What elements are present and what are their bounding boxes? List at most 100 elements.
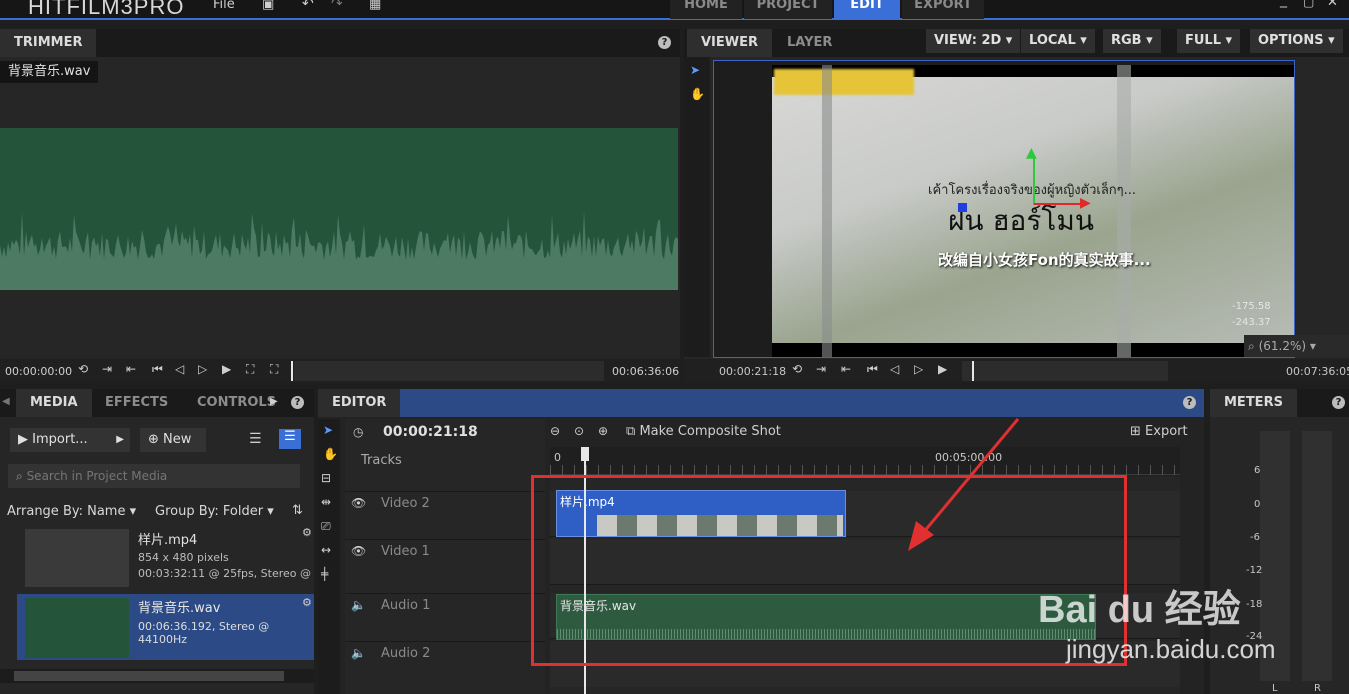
maximize-icon[interactable]: ▢	[1303, 0, 1314, 9]
viewer-canvas[interactable]: เค้าโครงเรื่องจริงของผู้หญิงตัวเล็กๆ... …	[713, 60, 1295, 358]
nav-tab-home[interactable]: HOME	[670, 0, 742, 19]
media-settings-icon[interactable]: ⚙	[302, 596, 312, 609]
make-composite-button[interactable]: ⧉ Make Composite Shot	[626, 424, 781, 439]
viewer-playhead[interactable]	[972, 361, 974, 381]
viewer-play-icon[interactable]: ▶	[938, 362, 947, 376]
full-dropdown[interactable]: FULL ▾	[1177, 29, 1241, 53]
media-item-name: 背景音乐.wav	[138, 601, 221, 616]
minimize-icon[interactable]: _	[1280, 0, 1287, 8]
list-view-icon[interactable]: ☰	[249, 431, 262, 447]
trimmer-playhead[interactable]	[291, 361, 293, 381]
local-dropdown[interactable]: LOCAL ▾	[1021, 29, 1095, 53]
nav-center-icon[interactable]: ⊙	[574, 424, 584, 438]
search-box[interactable]: ⌕	[8, 464, 300, 488]
gizmo-y-axis[interactable]	[1033, 155, 1035, 205]
editor-tools: ➤ ✋ ⊟ ⇹ ⎚ ↔ ╪	[318, 419, 340, 694]
watermark-url: jingyan.baidu.com	[1066, 634, 1276, 664]
slip-tool-icon[interactable]: ⇹	[321, 495, 331, 509]
sort-icon[interactable]: ⇅	[292, 503, 303, 518]
editor-timecode[interactable]: 00:00:21:18	[383, 424, 478, 440]
skip-start-icon[interactable]: ⏮	[152, 362, 163, 377]
media-scroll-thumb[interactable]	[14, 671, 284, 681]
import-button[interactable]: ▶ Import... ▶	[10, 428, 130, 452]
pan-tool-icon[interactable]: ✋	[323, 447, 338, 461]
ruler-ticks	[550, 465, 1180, 475]
speaker-icon[interactable]: 🔈	[351, 598, 366, 612]
nav-tab-export[interactable]: EXPORT	[902, 0, 984, 19]
nav-back-icon[interactable]: ⊖	[550, 424, 560, 438]
tab-viewer[interactable]: VIEWER	[687, 29, 773, 57]
viewer-step-forward-icon[interactable]: ▷	[914, 362, 923, 376]
help-icon[interactable]: ?	[658, 36, 671, 49]
options-dropdown[interactable]: OPTIONS ▾	[1250, 29, 1343, 53]
zoom-control[interactable]: ⌕ (61.2%) ▾	[1244, 335, 1349, 357]
anchor-point[interactable]	[958, 203, 967, 212]
play-icon[interactable]: ▶	[222, 362, 231, 376]
eye-icon[interactable]: 👁	[351, 544, 366, 558]
tab-effects[interactable]: EFFECTS	[91, 389, 182, 417]
viewer-skip-start-icon[interactable]: ⏮	[867, 362, 878, 377]
media-settings-icon[interactable]: ⚙	[302, 526, 312, 539]
snap-tool-icon[interactable]: ╪	[321, 567, 328, 581]
panel-scroll-right-icon[interactable]: ▶	[270, 396, 278, 407]
menu-file[interactable]: File	[213, 0, 235, 12]
rate-tool-icon[interactable]: ↔	[321, 543, 331, 557]
clock-icon: ◷	[353, 425, 364, 439]
overwrite-icon[interactable]: ⇤	[126, 362, 136, 376]
close-icon[interactable]: ✕	[1327, 0, 1338, 10]
gizmo-x-axis[interactable]	[1034, 203, 1086, 205]
mark-in-icon[interactable]: ⛶	[246, 362, 254, 377]
step-back-icon[interactable]: ◁	[175, 362, 184, 376]
view-2d-dropdown[interactable]: VIEW: 2D ▾	[926, 29, 1021, 53]
tab-media[interactable]: MEDIA	[16, 389, 92, 417]
select-tool-icon[interactable]: ➤	[323, 423, 333, 437]
search-input[interactable]	[26, 469, 277, 483]
media-item-video[interactable]: 样片.mp4 854 x 480 pixels 00:03:32:11 @ 25…	[0, 524, 314, 592]
step-forward-icon[interactable]: ▷	[198, 362, 207, 376]
eye-icon[interactable]: 👁	[351, 496, 366, 510]
viewer-overwrite-icon[interactable]: ⇤	[841, 362, 851, 376]
panel-scroll-left-icon[interactable]: ◀	[2, 396, 10, 407]
grid-icon[interactable]: ▦	[369, 0, 381, 12]
meters-help-icon[interactable]: ?	[1332, 396, 1345, 409]
slice-tool-icon[interactable]: ⊟	[321, 471, 331, 485]
detail-view-icon[interactable]: ☰	[279, 429, 301, 449]
redo-icon[interactable]: ↷	[331, 0, 343, 12]
tab-trimmer[interactable]: TRIMMER	[0, 29, 97, 57]
nav-forward-icon[interactable]: ⊕	[598, 424, 608, 438]
new-button[interactable]: ⊕ New	[140, 428, 206, 452]
nav-tab-edit[interactable]: EDIT	[834, 0, 900, 19]
editor-export-button[interactable]: ⊞ Export	[1130, 424, 1188, 439]
roll-tool-icon[interactable]: ⎚	[321, 519, 331, 534]
viewer-insert-icon[interactable]: ⇥	[816, 362, 826, 376]
tab-meters[interactable]: METERS	[1210, 389, 1297, 417]
media-help-icon[interactable]: ?	[291, 396, 304, 409]
rgb-label: RGB	[1111, 33, 1142, 48]
viewer-scrubber[interactable]	[962, 361, 1168, 381]
insert-icon[interactable]: ⇥	[102, 362, 112, 376]
save-icon[interactable]: ▣	[262, 0, 274, 12]
rgb-dropdown[interactable]: RGB ▾	[1103, 29, 1161, 53]
media-scrollbar[interactable]	[0, 669, 314, 683]
undo-icon[interactable]: ↶	[302, 0, 314, 12]
trimmer-panel: TRIMMER ? 背景音乐.wav 00:00:00:00 ⟲ ⇥ ⇤ ⏮ ◁…	[0, 29, 680, 383]
viewer-step-back-icon[interactable]: ◁	[890, 362, 899, 376]
pan-tool-icon[interactable]: ✋	[690, 87, 705, 101]
mark-out-icon[interactable]: ⛶	[270, 362, 278, 377]
overlay-text-sub: 改编自小女孩Fon的真实故事...	[938, 251, 1151, 269]
tab-layer[interactable]: LAYER	[773, 29, 846, 57]
viewer-loop-icon[interactable]: ⟲	[792, 362, 802, 376]
gizmo-y-arrow-icon: ▲	[1026, 145, 1037, 161]
loop-icon[interactable]: ⟲	[78, 362, 88, 376]
timeline-ruler[interactable]: 0 00:05:00:00	[550, 447, 1180, 475]
media-item-audio[interactable]: 背景音乐.wav 00:06:36.192, Stereo @ 44100Hz …	[17, 594, 314, 660]
nav-tab-project[interactable]: PROJECT	[744, 0, 832, 19]
group-dropdown[interactable]: Group By: Folder ▾	[155, 504, 274, 519]
editor-playhead-handle[interactable]	[581, 447, 589, 461]
select-tool-icon[interactable]: ➤	[690, 63, 700, 77]
speaker-icon[interactable]: 🔈	[351, 646, 366, 660]
tab-editor[interactable]: EDITOR	[318, 389, 401, 417]
trimmer-scrubber[interactable]	[291, 361, 604, 381]
editor-help-icon[interactable]: ?	[1183, 396, 1196, 409]
arrange-dropdown[interactable]: Arrange By: Name ▾	[7, 504, 136, 519]
